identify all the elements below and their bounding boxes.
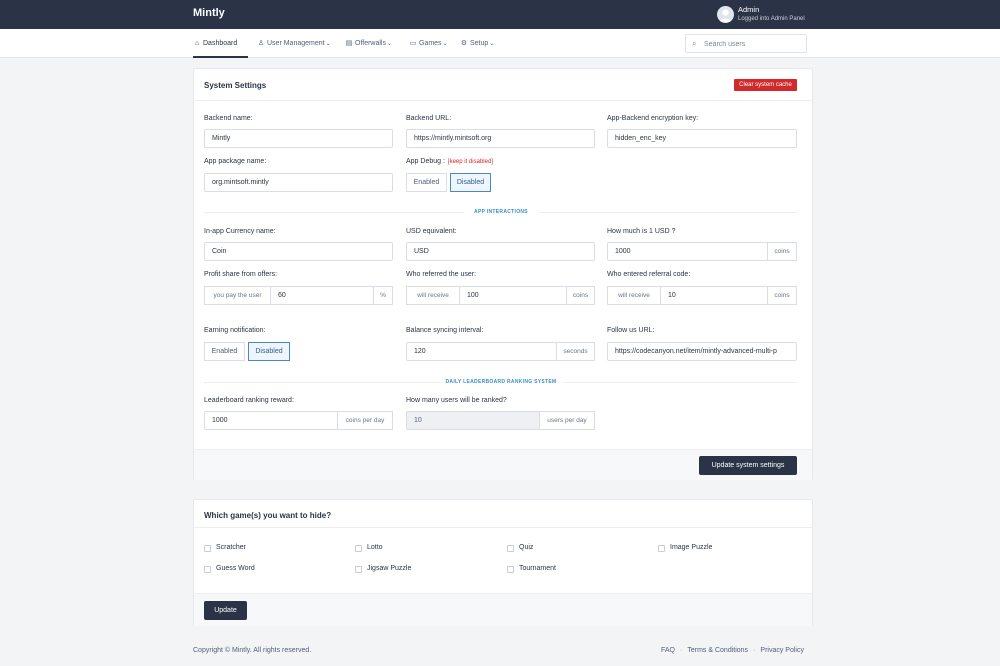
card-footer: Update system settings <box>194 449 812 480</box>
card-title: Which game(s) you want to hide? <box>204 511 332 520</box>
checkbox[interactable] <box>507 566 514 573</box>
update-settings-button[interactable]: Update system settings <box>699 456 797 475</box>
checkbox[interactable] <box>355 545 362 552</box>
gear-icon: ⚙ <box>460 40 468 47</box>
checkbox[interactable] <box>204 566 211 573</box>
hide-games-card: Which game(s) you want to hide? Scratche… <box>193 499 813 626</box>
earning-label: Earning notification: <box>204 327 266 334</box>
ranked-input: 10 <box>406 411 540 430</box>
usd-equiv-input[interactable]: USD <box>406 242 595 261</box>
home-icon: ⌂ <box>194 40 200 47</box>
debug-disabled-toggle[interactable]: Disabled <box>450 173 491 192</box>
how-much-unit: coins <box>767 242 797 261</box>
sync-unit: seconds <box>556 342 595 361</box>
chevron-down-icon: ⌄ <box>387 41 393 47</box>
debug-label: App Debug : [keep it disabled] <box>406 158 493 165</box>
follow-input[interactable]: https://codecanyon.net/item/mintly-advan… <box>607 342 797 361</box>
top-bar: Mintly Admin Logged into Admin Panel <box>0 0 1000 29</box>
footer-link-faq[interactable]: FAQ <box>661 647 675 654</box>
how-much-label: How much is 1 USD ? <box>607 228 676 235</box>
backend-name-label: Backend name: <box>204 115 253 122</box>
entered-prefix: will receive <box>607 286 661 305</box>
entered-input[interactable]: 10 <box>660 286 768 305</box>
reward-unit: coins per day <box>337 411 393 430</box>
nav-setup[interactable]: ⚙ Setup⌄ <box>460 29 494 58</box>
copyright: Copyright © Mintly. All rights reserved. <box>193 647 312 654</box>
currency-input[interactable]: Coin <box>204 242 393 261</box>
footer-links: FAQ · Terms & Conditions · Privacy Policy <box>661 647 804 654</box>
follow-label: Follow us URL: <box>607 327 655 334</box>
earning-enabled-toggle[interactable]: Enabled <box>204 342 245 361</box>
profit-prefix: you pay the user <box>204 286 271 305</box>
usd-equiv-label: USD equivalent: <box>406 228 457 235</box>
checkbox[interactable] <box>507 545 514 552</box>
nav-offerwalls[interactable]: ▤ Offerwalls⌄ <box>345 29 392 58</box>
reward-input[interactable]: 1000 <box>204 411 338 430</box>
ranked-label: How many users will be ranked? <box>406 397 507 404</box>
user-icon: ♙ <box>257 40 265 47</box>
offerwall-icon: ▤ <box>345 40 353 47</box>
reward-label: Leaderboard ranking reward: <box>204 397 294 404</box>
nav-user-management[interactable]: ♙ User Management⌄ <box>257 29 331 58</box>
search-input[interactable] <box>704 37 804 51</box>
profit-unit: % <box>373 286 393 305</box>
referred-label: Who referred the user: <box>406 271 477 278</box>
sync-label: Balance syncing interval: <box>406 327 484 334</box>
debug-warning: [keep it disabled] <box>447 159 493 165</box>
nav-dashboard[interactable]: ⌂ Dashboard <box>193 29 248 58</box>
referred-prefix: will receive <box>406 286 460 305</box>
card-title: System Settings <box>204 81 267 90</box>
clear-cache-button[interactable]: Clear system cache <box>734 79 797 91</box>
user-subtitle: Logged into Admin Panel <box>738 16 805 22</box>
sync-input[interactable]: 120 <box>406 342 557 361</box>
update-games-button[interactable]: Update <box>204 601 247 620</box>
user-avatar-icon <box>719 9 732 22</box>
checkbox[interactable] <box>355 566 362 573</box>
section-leaderboard: DAILY LEADERBOARD RANKING SYSTEM <box>440 379 562 385</box>
package-label: App package name: <box>204 158 267 165</box>
chevron-down-icon: ⌄ <box>442 41 448 47</box>
ranked-unit: users per day <box>539 411 595 430</box>
section-app-interactions: APP INTERACTIONS <box>464 209 538 215</box>
profit-input[interactable]: 60 <box>270 286 374 305</box>
chevron-down-icon: ⌄ <box>325 41 331 47</box>
debug-enabled-toggle[interactable]: Enabled <box>406 173 447 192</box>
package-input[interactable]: org.mintsoft.mintly <box>204 173 393 192</box>
chevron-down-icon: ⌄ <box>489 41 495 47</box>
card-footer: Update <box>194 593 812 626</box>
backend-url-input[interactable]: https://mintly.mintsoft.org <box>406 129 595 148</box>
earning-disabled-toggle[interactable]: Disabled <box>248 342 290 361</box>
referred-input[interactable]: 100 <box>459 286 567 305</box>
search-box[interactable]: ⌕ <box>685 34 807 53</box>
divider <box>194 100 812 101</box>
search-icon: ⌕ <box>692 39 697 48</box>
enc-key-input[interactable]: hidden_enc_key <box>607 129 797 148</box>
main-nav: ⌂ Dashboard ♙ User Management⌄ ▤ Offerwalls… <box>0 29 1000 58</box>
enc-key-label: App-Backend encryption key: <box>607 115 699 122</box>
how-much-input[interactable]: 1000 <box>607 242 768 261</box>
footer-link-terms[interactable]: Terms & Conditions <box>687 647 748 654</box>
checkbox[interactable] <box>204 545 211 552</box>
backend-name-input[interactable]: Mintly <box>204 129 393 148</box>
brand-logo[interactable]: Mintly <box>193 7 225 19</box>
footer-link-privacy[interactable]: Privacy Policy <box>760 647 804 654</box>
checkbox[interactable] <box>658 545 665 552</box>
referred-unit: coins <box>566 286 595 305</box>
nav-games[interactable]: ▭ Games⌄ <box>409 29 448 58</box>
profit-label: Profit share from offers: <box>204 271 278 278</box>
system-settings-card: System Settings Clear system cache Backe… <box>193 68 813 480</box>
entered-unit: coins <box>767 286 797 305</box>
divider <box>194 527 812 528</box>
avatar[interactable] <box>717 6 734 23</box>
user-name: Admin <box>738 5 760 14</box>
gamepad-icon: ▭ <box>409 40 417 47</box>
entered-label: Who entered referral code: <box>607 271 691 278</box>
currency-label: In-app Currency name: <box>204 228 276 235</box>
backend-url-label: Backend URL: <box>406 115 452 122</box>
